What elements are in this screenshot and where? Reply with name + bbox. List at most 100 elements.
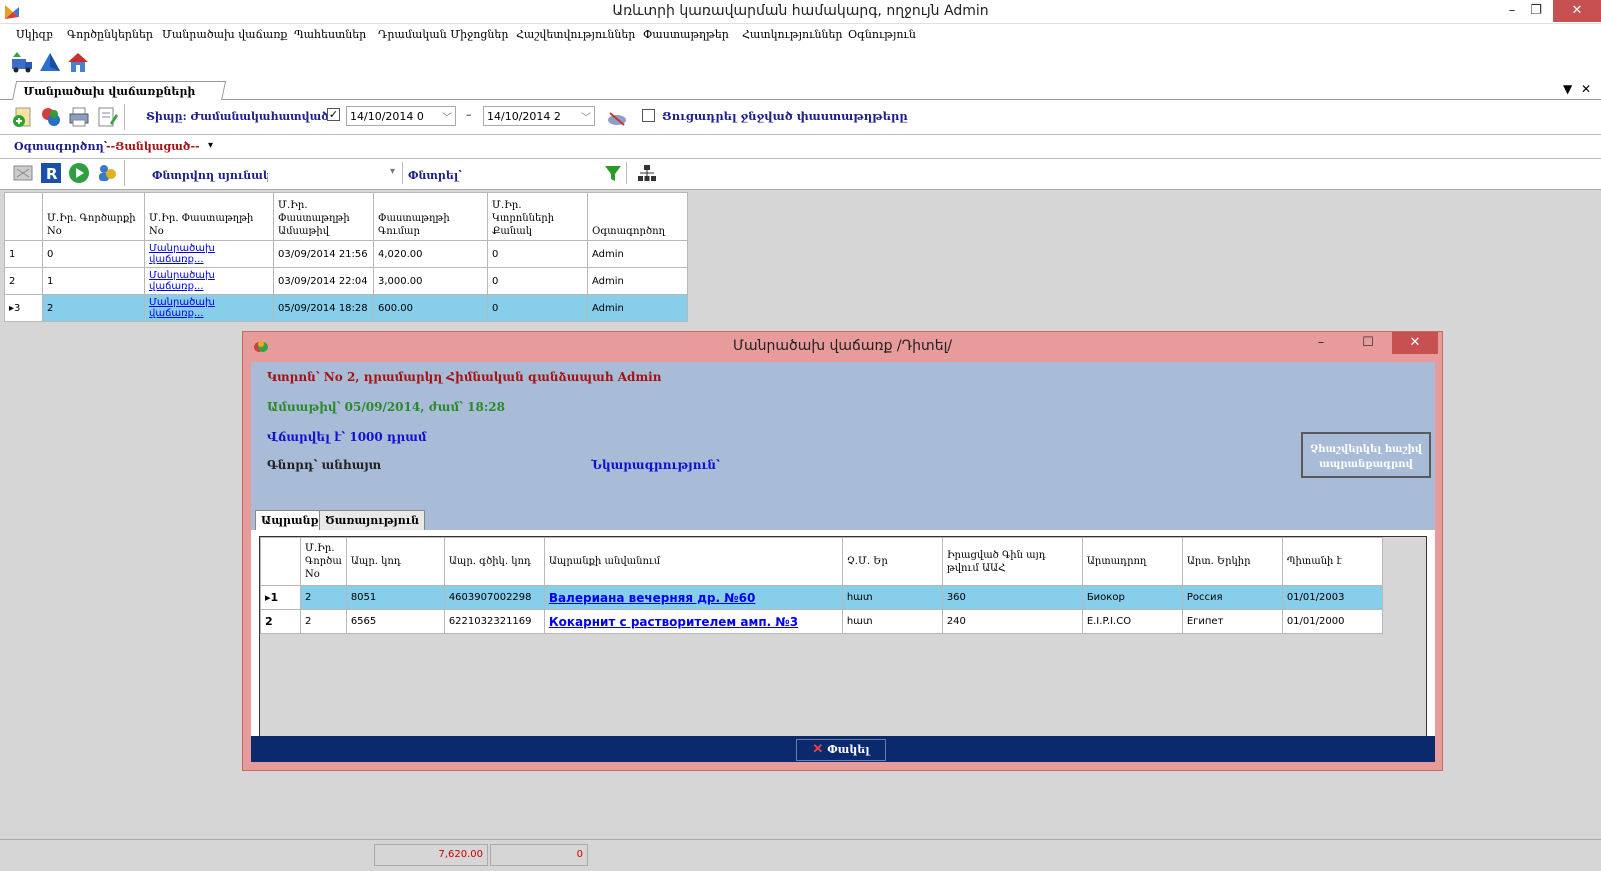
hierarchy-icon[interactable]: [636, 162, 658, 184]
row-number[interactable]: 2: [260, 609, 301, 634]
menu-partners[interactable]: Գործընկերներ: [67, 28, 153, 41]
table-row-selected[interactable]: ▸3 2 Մանրածախ վաճառք... 05/09/2014 18:28…: [4, 294, 688, 322]
toolbar-separator: [626, 162, 627, 184]
col-deal[interactable]: Մ.Իր. Գործա No: [300, 537, 347, 586]
col-deal-no[interactable]: Մ.Իր. Գործարքի No: [42, 192, 145, 241]
dialog-maximize-button[interactable]: ☐: [1350, 332, 1386, 354]
doc-link[interactable]: Մանրածախ վաճառք...: [149, 243, 215, 265]
doc-link[interactable]: Մանրածախ վաճառք...: [149, 297, 215, 319]
cell-unit: հատ: [841, 585, 943, 610]
cell-doc-link[interactable]: Մանրածախ վաճառք...: [144, 294, 274, 322]
pyramid-icon[interactable]: [38, 51, 62, 75]
apply-period-icon[interactable]: [606, 107, 628, 129]
menu-documents[interactable]: Փաստաթղթեր: [643, 28, 729, 41]
col-unit[interactable]: Չ.Մ. Եր: [841, 537, 943, 586]
table-row-selected[interactable]: ▸1 2 8051 4603907002298 Валериана вечерн…: [260, 585, 1383, 610]
search-input[interactable]: [464, 164, 598, 184]
user-select-value[interactable]: --Ցանկացած--: [106, 140, 200, 153]
cell-sum: 4,020.00: [373, 240, 488, 268]
dialog-close-x-button[interactable]: ✕: [1392, 332, 1438, 354]
cell-user: Admin: [587, 240, 688, 268]
user-dropdown-icon[interactable]: ▾: [208, 140, 213, 151]
refresh-icon[interactable]: [40, 106, 62, 128]
paid-amount: Վճարվել է՝ 1000 դրամ: [267, 430, 427, 444]
product-link[interactable]: Валериана вечерняя др. №60: [549, 591, 756, 605]
row-number[interactable]: ▸1: [260, 585, 301, 610]
period-checkbox[interactable]: ✓: [327, 108, 340, 121]
cell-price: 360: [941, 585, 1083, 610]
date-to-field[interactable]: 14/10/2014 2 ﹀: [483, 106, 595, 126]
cell-deal: 2: [300, 609, 347, 634]
col-product-code[interactable]: Ապր. կոդ: [345, 537, 445, 586]
col-doc-no[interactable]: Մ.Իր. Փաստաթղթի No: [144, 192, 274, 241]
cell-maker: E.I.P.I.CO: [1081, 609, 1183, 634]
close-dialog-button[interactable]: ✕ Փակել: [796, 739, 886, 761]
report-r-icon[interactable]: R: [40, 162, 62, 184]
row-header-corner: [260, 537, 301, 586]
col-manufacturer[interactable]: Արտադրող: [1081, 537, 1183, 586]
col-doc-sum[interactable]: Փաստաթղթի Գումար: [373, 192, 488, 241]
col-receipt-count[interactable]: Մ.Իր. Կտրոնների Քանակ: [487, 192, 588, 241]
close-window-button[interactable]: ✕: [1553, 0, 1601, 22]
dialog-minimize-button[interactable]: –: [1306, 332, 1336, 354]
cell-doc-link[interactable]: Մանրածախ վաճառք...: [144, 240, 274, 268]
chevron-down-icon[interactable]: ▾: [390, 166, 395, 177]
document-tab-strip: Մանրածախ վաճառքների ց... ▼ ✕: [0, 80, 1601, 111]
chevron-down-icon[interactable]: ﹀: [581, 109, 591, 124]
clear-filter-icon[interactable]: [12, 162, 34, 184]
add-document-icon[interactable]: [12, 106, 34, 128]
play-icon[interactable]: [68, 162, 90, 184]
menu-cash[interactable]: Դրամական Միջոցներ: [378, 28, 508, 41]
tab-list-dropdown-icon[interactable]: ▼: [1563, 82, 1572, 96]
svg-text:R: R: [46, 165, 58, 183]
truck-icon[interactable]: [10, 51, 34, 75]
col-barcode[interactable]: Ապր. գծիկ. կոդ: [443, 537, 545, 586]
doc-link[interactable]: Մանրածախ վաճառք...: [149, 270, 215, 292]
chevron-down-icon[interactable]: ﹀: [442, 109, 452, 124]
tab-services[interactable]: Ծառայություն: [319, 510, 426, 530]
row-divider: [0, 134, 1601, 135]
date-from-field[interactable]: 14/10/2014 0 ﹀: [346, 106, 456, 126]
menu-reports[interactable]: Հաշվետվություններ: [516, 28, 635, 41]
col-product-name[interactable]: Ապրանքի անվանում: [543, 537, 843, 586]
col-expiry[interactable]: Պիտանի է: [1281, 537, 1383, 586]
cell-expiry: 01/01/2000: [1281, 609, 1383, 634]
row-number[interactable]: ▸3: [4, 294, 43, 322]
edit-document-icon[interactable]: [96, 106, 118, 128]
cell-deal: 2: [42, 294, 145, 322]
cell-name[interactable]: Кокарнит с растворителем амп. №3: [543, 609, 843, 634]
cell-expiry: 01/01/2003: [1281, 585, 1383, 610]
col-doc-date[interactable]: Մ.Իր. Փաստաթղթի Ամսաթիվ: [273, 192, 374, 241]
main-toolbar: [0, 46, 1601, 80]
close-x-icon: ✕: [812, 742, 824, 757]
restore-button[interactable]: ❐: [1514, 0, 1558, 22]
search-column-select[interactable]: ▾: [268, 164, 398, 184]
cell-doc-link[interactable]: Մանրածախ վաճառք...: [144, 267, 274, 295]
house-icon[interactable]: [66, 51, 90, 75]
show-deleted-checkbox[interactable]: [642, 109, 655, 122]
tab-close-icon[interactable]: ✕: [1581, 82, 1591, 96]
print-icon[interactable]: [68, 106, 90, 128]
products-tab-content: Մ.Իր. Գործա No Ապր. կոդ Ապր. գծիկ. կոդ Ա…: [251, 530, 1435, 750]
tab-products[interactable]: Ապրանք: [255, 510, 325, 530]
cell-name[interactable]: Валериана вечерняя др. №60: [543, 585, 843, 610]
menu-warehouses[interactable]: Պահեստներ: [294, 28, 366, 41]
product-link[interactable]: Кокарнит с растворителем амп. №3: [549, 615, 798, 629]
users-icon[interactable]: [96, 162, 118, 184]
tab-retail-sales-list[interactable]: Մանրածախ վաճառքների ց...: [11, 81, 227, 111]
col-country[interactable]: Արտ. Երկիր: [1181, 537, 1283, 586]
menu-start[interactable]: Սկիզբ: [16, 28, 53, 41]
calc-invoice-button[interactable]: Չհաշվերկել հաշիվ ապրանքագրով: [1301, 432, 1431, 478]
filter-funnel-icon[interactable]: [602, 162, 624, 184]
col-sold-price[interactable]: Իրացված Գին այդ թվում ԱԱՀ: [941, 537, 1083, 586]
col-user[interactable]: Օգտագործող: [587, 192, 688, 241]
menu-properties[interactable]: Հատկություններ: [742, 28, 842, 41]
cell-date: 03/09/2014 21:56: [273, 240, 374, 268]
table-row[interactable]: 2 2 6565 6221032321169 Кокарнит с раство…: [260, 609, 1383, 634]
menu-help[interactable]: Օգնություն: [848, 28, 916, 41]
menu-retail-sales[interactable]: Մանրածախ վաճառք: [162, 28, 287, 41]
row-number[interactable]: 2: [4, 267, 43, 295]
table-row[interactable]: 1 0 Մանրածախ վաճառք... 03/09/2014 21:56 …: [4, 240, 688, 268]
table-row[interactable]: 2 1 Մանրածախ վաճառք... 03/09/2014 22:04 …: [4, 267, 688, 295]
row-number[interactable]: 1: [4, 240, 43, 268]
